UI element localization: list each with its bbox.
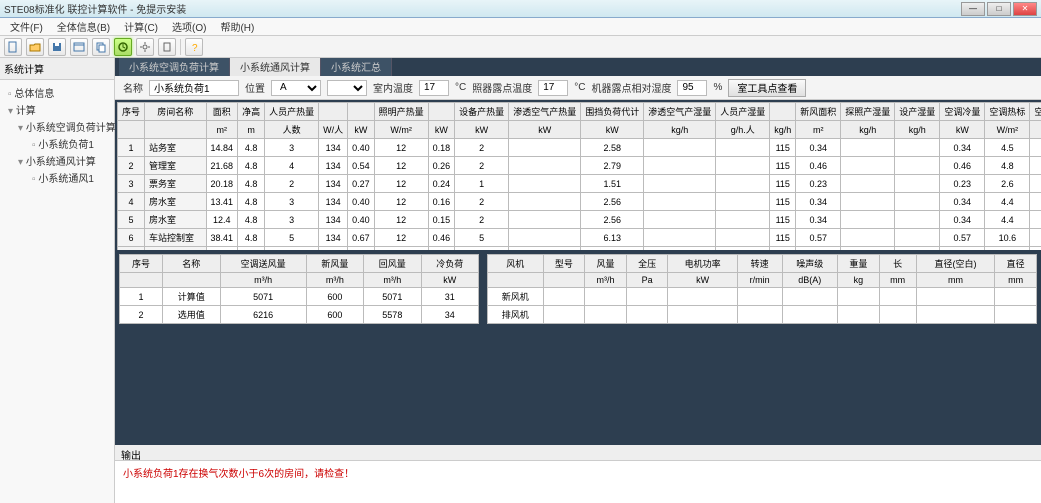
t1-label: 室内温度 (373, 80, 413, 95)
pos-select[interactable]: A (271, 80, 321, 96)
t1-unit: °C (455, 82, 466, 93)
menu-item[interactable]: 选项(O) (166, 17, 212, 36)
tree-node[interactable]: 小系统空调负荷计算 (4, 118, 110, 135)
pos-label: 位置 (245, 80, 265, 95)
tree-node[interactable]: 小系统负荷1 (4, 135, 110, 152)
open-icon[interactable] (26, 38, 44, 56)
view-button[interactable]: 室工具点查看 (728, 79, 806, 97)
tab[interactable]: 小系统通风计算 (230, 58, 321, 76)
menu-item[interactable]: 帮助(H) (214, 17, 260, 36)
calculate-icon[interactable] (114, 38, 132, 56)
tree-node[interactable]: 小系统通风计算 (4, 152, 110, 169)
t2-label: 照器露点温度 (472, 80, 532, 95)
warning-message: 小系统负荷1存在换气次数小于6次的房间，请检查！ (115, 461, 1041, 484)
tree-node[interactable]: 计算 (4, 101, 110, 118)
maximize-button[interactable]: □ (987, 2, 1011, 16)
output-header: 输出 (115, 445, 1041, 461)
svg-text:?: ? (192, 43, 198, 53)
t3-input[interactable] (677, 80, 707, 96)
new-icon[interactable] (4, 38, 22, 56)
tab[interactable]: 小系统汇总 (321, 58, 392, 76)
t3-label: 机器露点相对湿度 (591, 80, 671, 95)
sidebar-header: 系统计算 (0, 58, 114, 80)
tree-node[interactable]: 总体信息 (4, 84, 110, 101)
t2-input[interactable] (538, 80, 568, 96)
main-table[interactable]: 序号房间名称面积净高人员产热量照明产热量设备产热量渗透空气产热量围挡负荷代计渗透… (117, 102, 1041, 250)
window-icon[interactable] (70, 38, 88, 56)
save-icon[interactable] (48, 38, 66, 56)
pos-select2[interactable] (327, 80, 367, 96)
summary-table[interactable]: 序号名称空调送风量新风量回风量冷负荷m³/hm³/hm³/hkW1计算值5071… (119, 254, 479, 324)
tree-node[interactable]: 小系统通风1 (4, 169, 110, 186)
menu-item[interactable]: 全体信息(B) (51, 17, 116, 36)
name-label: 名称 (123, 80, 143, 95)
t2-unit: °C (574, 82, 585, 93)
menu-item[interactable]: 文件(F) (4, 17, 49, 36)
help-icon[interactable]: ? (185, 38, 203, 56)
app-title: STE08标准化 联控计算软件 - 免提示安装 (4, 1, 186, 16)
report-icon[interactable] (158, 38, 176, 56)
tab[interactable]: 小系统空调负荷计算 (119, 58, 230, 76)
copy-icon[interactable] (92, 38, 110, 56)
t1-input[interactable] (419, 80, 449, 96)
settings-icon[interactable] (136, 38, 154, 56)
close-button[interactable]: ✕ (1013, 2, 1037, 16)
fan-table[interactable]: 风机型号风量全压电机功率转速噪声级重量长直径(空白)直径m³/hPakWr/mi… (487, 254, 1037, 324)
minimize-button[interactable]: — (961, 2, 985, 16)
t3-unit: % (713, 82, 722, 93)
name-input[interactable] (149, 80, 239, 96)
menu-item[interactable]: 计算(C) (118, 17, 164, 36)
